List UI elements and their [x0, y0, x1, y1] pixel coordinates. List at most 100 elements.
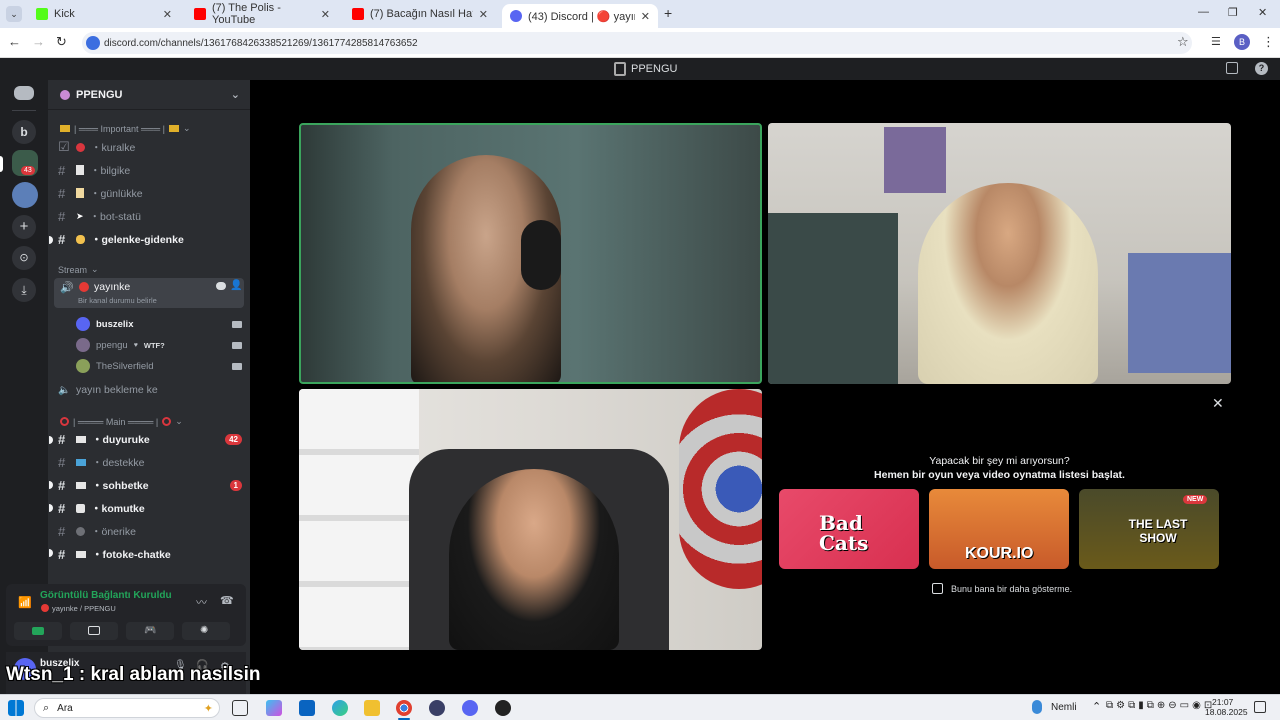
add-server-icon[interactable]: + — [12, 215, 36, 239]
tab-youtube-polis[interactable]: (7) The Polis - YouTube ✕ — [186, 2, 338, 26]
discord-home-icon[interactable] — [14, 86, 34, 100]
youtube-icon — [352, 8, 364, 20]
app-icon[interactable] — [429, 700, 445, 716]
url-bar[interactable]: discord.com/channels/1361768426338521269… — [82, 32, 1192, 54]
voice-status-title[interactable]: Görüntülü Bağlantı Kuruldu — [40, 590, 172, 601]
voice-channel-status[interactable]: Bir kanal durumu belirle — [78, 296, 157, 305]
channel-fotoke-chatke[interactable]: # ・fotoke-chatke — [58, 545, 242, 563]
task-view-icon[interactable] — [232, 700, 248, 716]
notification-icon[interactable] — [1254, 701, 1266, 713]
channel-destekke[interactable]: # ・destekke — [58, 453, 242, 471]
voice-user-list: buszelix ppengu ♥ WTF? TheSilverfield — [76, 314, 242, 376]
tab-discord[interactable]: (43) Discord | 🔴 yayınke | P ✕ — [502, 4, 658, 28]
voice-user[interactable]: buszelix — [76, 314, 242, 334]
menu-kebab-icon[interactable]: ⋮ — [1262, 34, 1275, 50]
weather-text[interactable]: Nemli — [1051, 702, 1077, 713]
close-icon[interactable]: ✕ — [1212, 395, 1224, 412]
channel-bot-statu[interactable]: # ➤ ・bot-statü — [58, 207, 246, 225]
channel-kuralke[interactable]: ☑ ・kuralke — [58, 138, 246, 156]
chrome-icon[interactable] — [396, 700, 412, 716]
voice-user[interactable]: TheSilverfield — [76, 356, 242, 376]
voice-channel-waiting[interactable]: 🔈 yayın bekleme ke — [58, 381, 158, 399]
video-tile[interactable] — [299, 389, 762, 650]
inbox-icon[interactable] — [1226, 62, 1238, 74]
chat-bubble-icon[interactable] — [216, 282, 226, 290]
close-icon[interactable]: ✕ — [479, 8, 488, 21]
site-info-icon[interactable] — [86, 36, 100, 50]
tab-title: (7) Bacağın Nasıl Ha? - YouTube — [370, 8, 473, 20]
soundboard-button[interactable]: ✺ — [182, 622, 230, 640]
search-placeholder: Ara — [57, 702, 73, 714]
channel-komutke[interactable]: # ・komutke — [58, 499, 242, 517]
page-icon — [76, 165, 84, 175]
close-window-button[interactable]: ✕ — [1258, 6, 1267, 19]
close-icon[interactable]: ✕ — [641, 10, 650, 23]
outlook-icon[interactable] — [299, 700, 315, 716]
discover-icon[interactable]: ⊙ — [12, 246, 36, 270]
dont-show-again[interactable]: Bunu bana bir daha gösterme. — [932, 583, 1072, 594]
profile-avatar[interactable]: B — [1234, 34, 1250, 50]
download-icon[interactable]: ⤓ — [12, 278, 36, 302]
hash-icon: # — [58, 477, 66, 493]
close-icon[interactable]: ✕ — [163, 8, 172, 21]
server-header[interactable]: PPENGU ⌄ — [48, 80, 250, 110]
game-card-bad-cats[interactable]: Bad Cats — [779, 489, 919, 569]
dont-show-checkbox[interactable] — [932, 583, 943, 594]
copilot-icon[interactable] — [266, 700, 282, 716]
video-tile-speaking[interactable] — [299, 123, 762, 384]
category-important[interactable]: | ═══ Important ═══ | ⌄ — [60, 123, 191, 134]
category-main[interactable]: | ════ Main ════ | ⌄ — [60, 416, 183, 427]
channel-onerike[interactable]: # ・önerike — [58, 522, 242, 540]
robot-icon — [76, 503, 85, 513]
channel-gunlukke[interactable]: # ・günlükke — [58, 184, 246, 202]
back-icon[interactable]: ← — [8, 34, 21, 49]
windows-start-icon[interactable] — [8, 700, 24, 716]
flag-icon — [168, 125, 179, 132]
clock-time[interactable]: 21:07 — [1212, 697, 1233, 707]
bookmark-star-icon[interactable]: ☆ — [1177, 34, 1189, 50]
channel-bilgike[interactable]: # ・bilgike — [58, 161, 246, 179]
reading-list-icon[interactable]: ☰ — [1211, 35, 1221, 48]
new-tab-button[interactable]: + — [664, 5, 672, 21]
activity-button[interactable]: 🎮 — [126, 622, 174, 640]
disconnect-icon[interactable]: ☎ — [220, 594, 234, 607]
game-title: Bad Cats — [819, 511, 869, 555]
help-icon[interactable]: ? — [1255, 62, 1268, 75]
tray-chevron-icon[interactable]: ⌃ — [1092, 700, 1101, 713]
channel-duyuruke[interactable]: # ・duyuruke 42 — [58, 430, 242, 448]
forward-icon[interactable]: → — [32, 34, 45, 49]
weather-icon[interactable] — [1032, 700, 1042, 714]
reload-icon[interactable]: ↻ — [56, 34, 67, 50]
category-stream[interactable]: Stream ⌄ — [58, 264, 99, 275]
tray-icons[interactable]: ⧉⚙⧉▮⧉⊕⊖▭◉⊡ — [1106, 700, 1215, 711]
restore-button[interactable]: ❐ — [1228, 6, 1238, 19]
voice-user[interactable]: ppengu ♥ WTF? — [76, 335, 242, 355]
server-b-icon[interactable]: b — [12, 120, 36, 144]
server-3-icon[interactable] — [12, 182, 38, 208]
clock-date[interactable]: 18.08.2025 — [1205, 707, 1248, 717]
channel-gelenke-gidenke[interactable]: # ・gelenke-gidenke — [58, 230, 246, 248]
noise-suppression-icon[interactable]: 〰 — [196, 594, 207, 610]
voice-connection-panel: 📶 Görüntülü Bağlantı Kuruldu yayınke / P… — [6, 584, 246, 646]
tab-kick[interactable]: Kick ✕ — [28, 4, 180, 24]
video-tile[interactable] — [768, 123, 1231, 384]
file-explorer-icon[interactable] — [364, 700, 380, 716]
tab-search-icon[interactable]: ⌄ — [6, 6, 22, 22]
minimize-button[interactable]: — — [1198, 6, 1209, 18]
unread-dot — [49, 504, 53, 512]
game-card-the-last-show[interactable]: THE LAST SHOW NEW — [1079, 489, 1219, 569]
close-icon[interactable]: ✕ — [321, 8, 330, 21]
edge-icon[interactable] — [332, 700, 348, 716]
discord-icon[interactable] — [462, 700, 478, 716]
channel-sohbetke[interactable]: # ・sohbetke 1 — [58, 476, 242, 494]
hash-icon: # — [58, 208, 66, 224]
screen-share-button[interactable] — [70, 622, 118, 640]
obs-icon[interactable] — [495, 700, 511, 716]
voice-channel-yayinke[interactable]: 🔊 yayınke Bir kanal durumu belirle 👤 — [54, 278, 244, 308]
game-card-kour-io[interactable]: KOUR.IO — [929, 489, 1069, 569]
search-highlight-icon: ✦ — [203, 702, 213, 715]
camera-button[interactable] — [14, 622, 62, 640]
add-member-icon[interactable]: 👤 — [230, 280, 242, 291]
tab-youtube-bacak[interactable]: (7) Bacağın Nasıl Ha? - YouTube ✕ — [344, 4, 496, 24]
taskbar-search[interactable]: ⌕ Ara ✦ — [34, 698, 220, 718]
